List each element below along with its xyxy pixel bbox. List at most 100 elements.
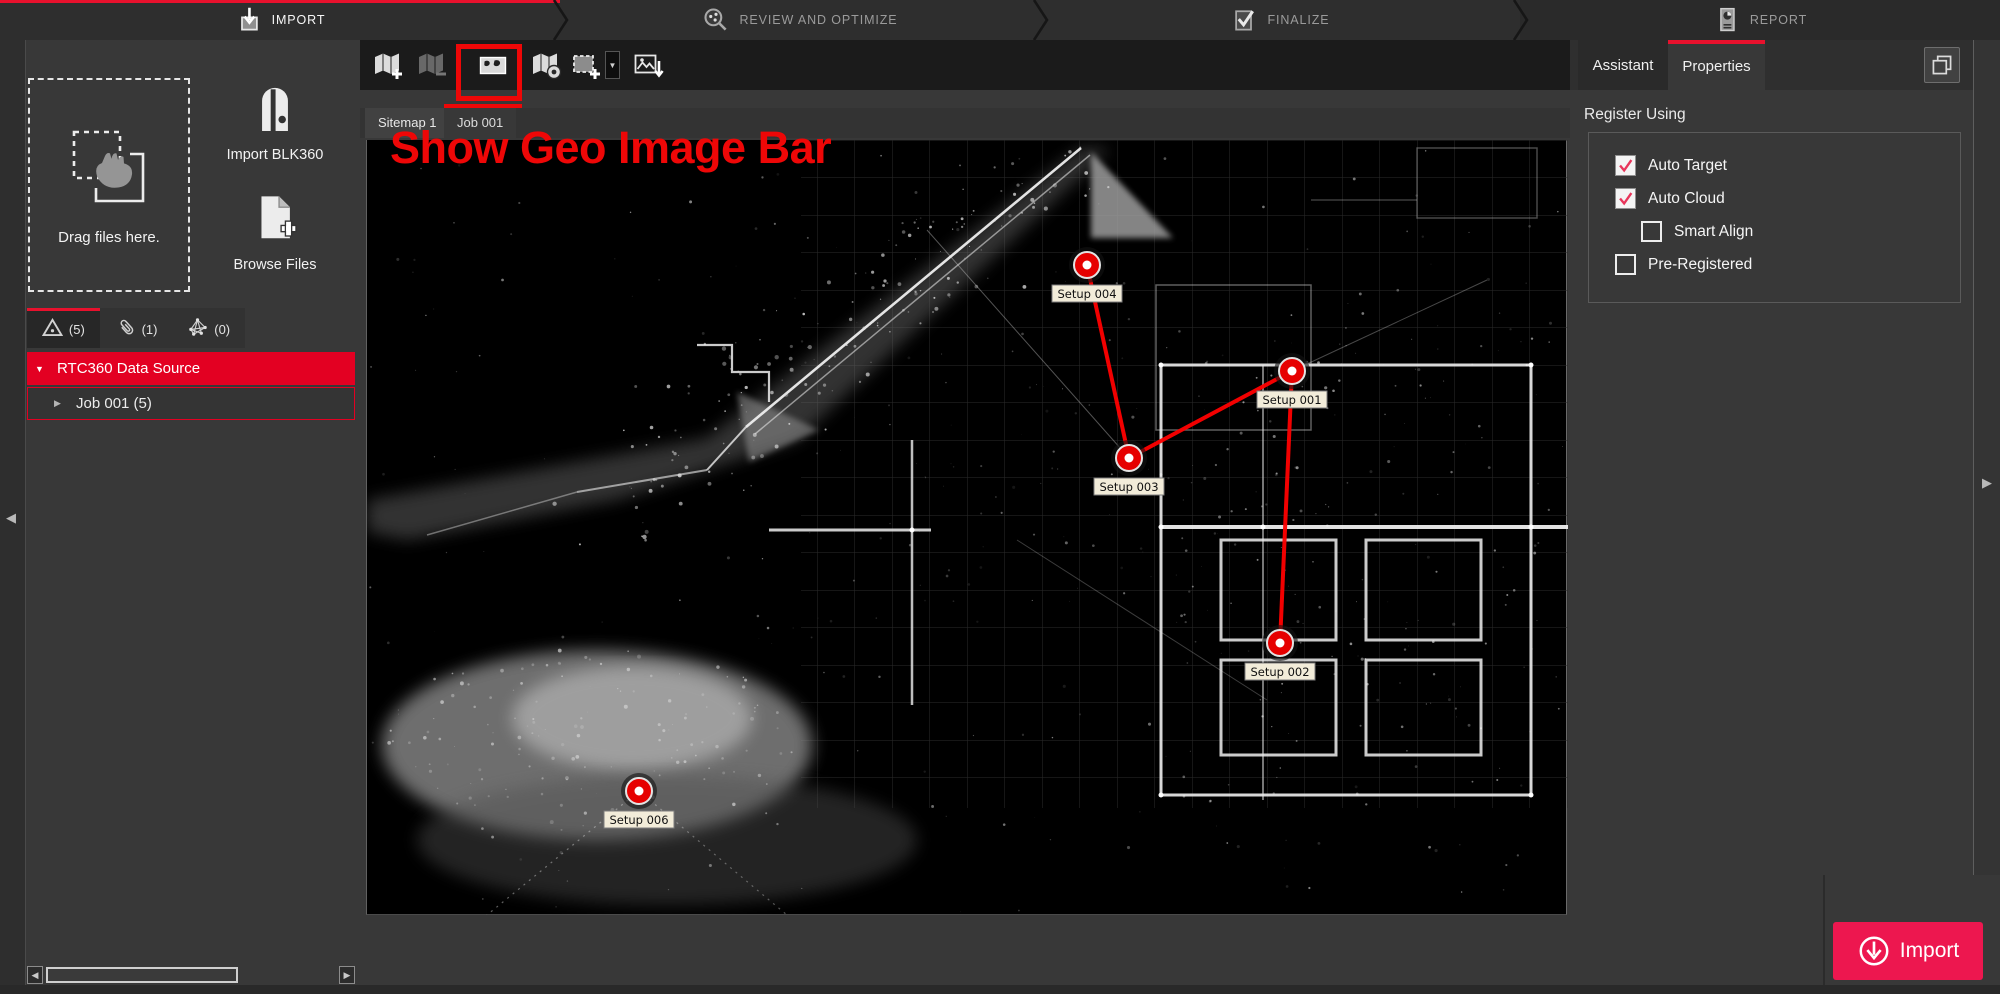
panel-layout-toggle-button[interactable] [1924,47,1960,83]
import-button-label: Import [1900,939,1960,963]
import-source-panel: ◀ Drag files here. Import BLK360 Brows [0,40,360,985]
bundles-count: (0) [214,322,230,337]
select-area-dropdown-arrow-icon[interactable]: ▼ [605,51,620,79]
setup-label: Setup 004 [1057,287,1116,301]
stage-finalize[interactable]: FINALIZE [1040,0,1520,40]
tree-expanded-icon[interactable]: ▼ [35,364,47,374]
checkbox-checked-icon[interactable] [1615,155,1636,176]
setup-marker-setup-001[interactable]: Setup 001 [1257,353,1327,408]
finalize-check-icon [1230,6,1258,34]
tab-job-001[interactable]: Job 001 [444,108,516,138]
left-collapse-strip: ◀ [0,40,26,985]
setup-label: Setup 003 [1099,480,1158,494]
stage-chevron-divider [553,0,569,40]
browse-files-label: Browse Files [205,257,345,273]
tab-properties[interactable]: Properties [1668,40,1765,90]
register-option-label: Auto Cloud [1648,190,1725,208]
status-footer [0,985,2000,994]
import-tray-icon [235,6,263,34]
add-sitemap-icon[interactable] [372,49,404,81]
scroll-right-icon[interactable]: ▶ [339,966,355,984]
tree-item-rtc360-data-source[interactable]: ▼ RTC360 Data Source [27,352,355,385]
register-using-group: Auto Target Auto Cloud Smart Align Pre-Regi… [1588,132,1961,303]
scroll-left-icon[interactable]: ◀ [27,966,43,984]
import-blk360-button[interactable]: Import BLK360 [205,82,345,163]
tab-setups[interactable]: (5) [27,308,100,348]
setup-label: Setup 006 [609,813,668,827]
tree-item-label: RTC360 Data Source [57,360,200,377]
setups-triangle-icon [42,318,63,342]
tab-bundles[interactable]: (0) [172,308,245,348]
source-tabs: (5) (1) (0) [27,308,245,348]
import-circle-arrow-icon [1857,934,1891,968]
stage-review-and-optimize[interactable]: REVIEW AND OPTIMIZE [560,0,1040,40]
setup-marker-setup-003[interactable]: Setup 003 [1094,440,1164,495]
register-option-label: Pre-Registered [1648,256,1752,274]
browse-files-button[interactable]: Browse Files [205,192,345,273]
properties-panel: Assistant Properties Register Using Auto… [1570,40,2000,985]
tree-collapsed-icon[interactable]: ▶ [54,398,66,409]
select-area-icon[interactable] [570,49,602,81]
blk360-device-icon [252,121,298,138]
review-magnifier-icon [702,6,730,34]
attachments-count: (1) [142,322,158,337]
stage-chevron-divider [1513,0,1529,40]
sitemap-viewer: ▼ Show Geo Image Bar Sitemap 1 Job 001 [360,40,1570,985]
geo-image-icon[interactable] [477,49,509,81]
setup-marker-setup-004[interactable]: Setup 004 [1052,247,1122,302]
import-action-bar: Import [1570,875,2000,985]
stage-review-label: REVIEW AND OPTIMIZE [739,13,897,27]
drag-files-dropzone[interactable]: Drag files here. [28,78,190,292]
register-option-pre-registered[interactable]: Pre-Registered [1615,248,1960,281]
tab-sitemap-1[interactable]: Sitemap 1 [365,108,450,138]
divider [1823,875,1825,985]
sitemap-toolbar: ▼ [360,40,1570,90]
setup-marker-setup-006[interactable]: Setup 006 [604,773,674,828]
import-button[interactable]: Import [1833,922,1983,980]
sitemap-canvas[interactable]: Setup 004 Setup 001 Setup 003 Setup 002 Setu… [366,140,1567,915]
setup-link-line [1280,371,1292,643]
checkbox-unchecked-icon[interactable] [1641,221,1662,242]
tab-assistant[interactable]: Assistant [1578,40,1668,90]
setup-marker-setup-002[interactable]: Setup 002 [1245,625,1315,680]
tab-attachments[interactable]: (1) [100,308,173,348]
drag-files-label: Drag files here. [58,229,160,246]
checkbox-checked-icon[interactable] [1615,188,1636,209]
sitemap-location-icon[interactable] [530,49,562,81]
setup-label: Setup 001 [1262,393,1321,407]
checkbox-unchecked-icon[interactable] [1615,254,1636,275]
register-option-auto-target[interactable]: Auto Target [1615,149,1960,182]
browse-files-icon [252,231,298,248]
collapse-right-panel-icon[interactable]: ▶ [1982,475,1992,491]
data-source-tree: ▼ RTC360 Data Source ▶ Job 001 (5) [27,352,355,420]
import-blk360-label: Import BLK360 [205,147,345,163]
scrollbar-thumb[interactable] [46,967,238,983]
stage-chevron-divider [1033,0,1049,40]
right-tab-bar: Assistant Properties [1570,40,2000,90]
tree-item-job-001[interactable]: ▶ Job 001 (5) [27,387,355,420]
stage-import[interactable]: IMPORT [0,0,560,40]
tree-item-label: Job 001 (5) [76,395,152,412]
workflow-bar: IMPORT REVIEW AND OPTIMIZE FINALIZE REPO… [0,0,2000,40]
cascade-panels-icon [1930,53,1954,77]
stage-report-label: REPORT [1750,13,1807,27]
register-using-title: Register Using [1584,106,1686,124]
left-panel-hscrollbar: ◀ ▶ [27,965,355,985]
drag-files-icon [66,124,152,215]
stage-import-label: IMPORT [272,13,326,27]
setup-overlay-layer: Setup 004 Setup 001 Setup 003 Setup 002 Setu… [367,140,1568,915]
remove-sitemap-icon[interactable] [416,49,448,81]
setups-count: (5) [69,322,85,337]
collapse-left-panel-icon[interactable]: ◀ [6,510,16,526]
report-document-icon [1713,6,1741,34]
stage-report[interactable]: REPORT [1520,0,2000,40]
export-image-icon[interactable] [632,49,664,81]
register-option-label: Auto Target [1648,157,1727,175]
bundles-network-icon [187,317,208,343]
setup-link-line [1129,371,1292,458]
setup-label: Setup 002 [1250,665,1309,679]
register-option-smart-align[interactable]: Smart Align [1641,215,1960,248]
right-collapse-strip: ▶ [1973,40,2000,875]
register-option-auto-cloud[interactable]: Auto Cloud [1615,182,1960,215]
register-option-label: Smart Align [1674,223,1753,241]
